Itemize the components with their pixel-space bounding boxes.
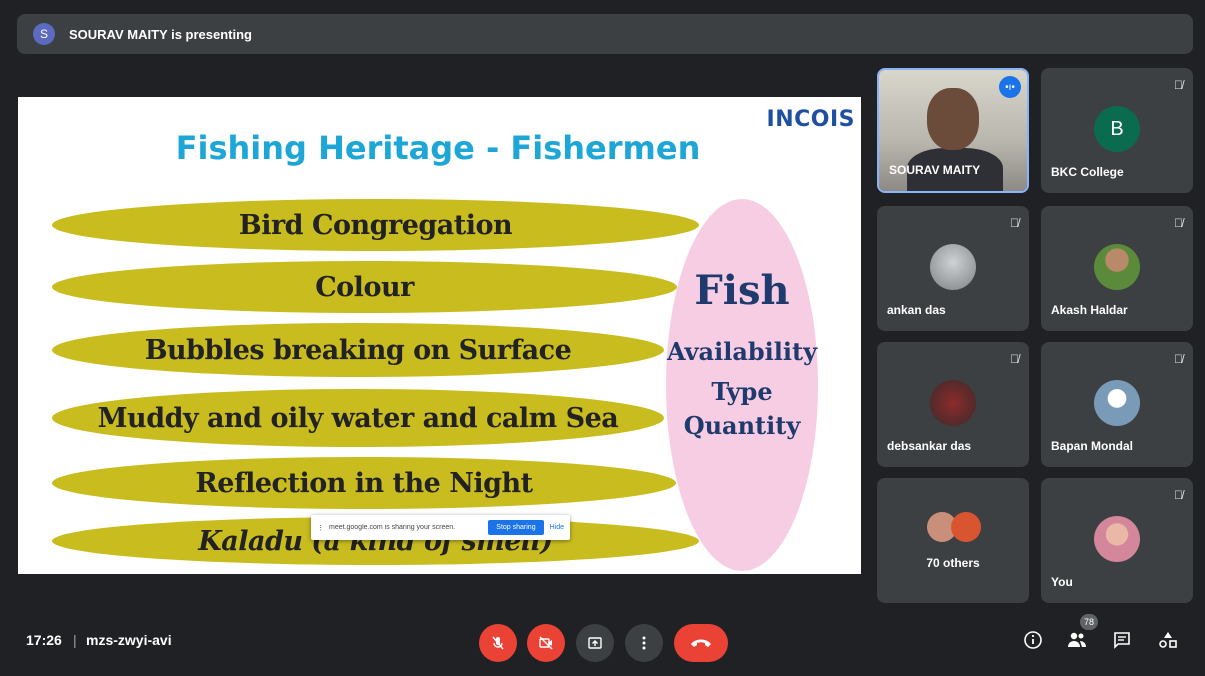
fish-line: Quantity <box>683 411 801 440</box>
ellipse-item: Colour <box>52 261 677 313</box>
separator: | <box>73 632 77 648</box>
participant-tile-you[interactable]: 🎙̸ You <box>1041 478 1193 603</box>
participant-name: BKC College <box>1051 165 1124 179</box>
participant-tile-others[interactable]: 70 others <box>877 478 1029 603</box>
present-icon[interactable] <box>576 624 614 662</box>
others-count: 70 others <box>926 556 980 570</box>
mic-off-icon: 🎙̸ <box>1010 352 1019 366</box>
shared-slide: INCOIS Fishing Heritage - Fishermen Bird… <box>18 97 861 574</box>
mic-off-icon: 🎙̸ <box>1174 352 1183 366</box>
meeting-code: mzs-zwyi-avi <box>86 632 172 648</box>
screen-share-notice: ⋮ meet.google.com is sharing your screen… <box>311 515 570 540</box>
mic-off-icon: 🎙̸ <box>1174 488 1183 502</box>
mic-off-icon: 🎙̸ <box>1174 216 1183 230</box>
participant-name: Akash Haldar <box>1051 303 1128 317</box>
avatar <box>951 512 981 542</box>
avatar <box>1094 244 1140 290</box>
people-icon[interactable] <box>1066 630 1088 655</box>
slide-title: Fishing Heritage - Fishermen <box>175 129 701 167</box>
mic-off-icon: 🎙̸ <box>1010 216 1019 230</box>
participant-face <box>927 88 979 150</box>
activities-icon[interactable] <box>1158 630 1178 655</box>
participant-name: ankan das <box>887 303 946 317</box>
participant-tile-bkc[interactable]: 🎙̸ B BKC College <box>1041 68 1193 193</box>
more-icon[interactable] <box>625 624 663 662</box>
ellipse-item: Bubbles breaking on Surface <box>52 323 664 377</box>
avatar <box>1094 380 1140 426</box>
mic-off-icon: 🎙̸ <box>1174 78 1183 92</box>
end-call-icon[interactable] <box>674 624 728 662</box>
chat-icon[interactable] <box>1112 630 1132 655</box>
participant-name: Bapan Mondal <box>1051 439 1134 453</box>
hide-notice-button[interactable]: Hide <box>550 524 564 531</box>
participant-tile-bapan[interactable]: 🎙̸ Bapan Mondal <box>1041 342 1193 467</box>
drag-handle-icon[interactable]: ⋮ <box>317 524 324 532</box>
ellipse-item: Bird Congregation <box>52 199 699 251</box>
presenting-banner: S SOURAV MAITY is presenting <box>17 14 1193 54</box>
ellipse-item: Reflection in the Night <box>52 457 676 509</box>
call-controls-bar: 17:26 | mzs-zwyi-avi 78 <box>0 610 1205 676</box>
presenting-text: SOURAV MAITY is presenting <box>69 26 252 42</box>
camera-off-icon[interactable] <box>527 624 565 662</box>
info-icon[interactable] <box>1023 630 1043 655</box>
participant-tile-akash[interactable]: 🎙̸ Akash Haldar <box>1041 206 1193 331</box>
ellipse-item: Muddy and oily water and calm Sea <box>52 389 664 447</box>
participant-name: debsankar das <box>887 439 972 453</box>
fish-heading: Fish <box>694 267 790 314</box>
participant-count-badge: 78 <box>1080 614 1098 630</box>
fish-line: Availability <box>666 337 818 366</box>
meeting-time: 17:26 <box>26 632 62 648</box>
avatar <box>930 244 976 290</box>
participant-name: SOURAV MAITY <box>889 163 981 177</box>
stop-sharing-button[interactable]: Stop sharing <box>488 520 544 535</box>
share-notice-text: meet.google.com is sharing your screen. <box>329 524 456 531</box>
presenter-avatar: S <box>33 23 55 45</box>
avatar: B <box>1094 106 1140 152</box>
participant-name: You <box>1051 575 1073 589</box>
mic-off-icon[interactable] <box>479 624 517 662</box>
participant-tile-ankan[interactable]: 🎙̸ ankan das <box>877 206 1029 331</box>
participant-tile-debsankar[interactable]: 🎙̸ debsankar das <box>877 342 1029 467</box>
avatar <box>930 380 976 426</box>
avatar <box>1094 516 1140 562</box>
participant-tile-sourav[interactable]: •ı• SOURAV MAITY <box>877 68 1029 193</box>
speaking-indicator-icon: •ı• <box>999 76 1021 98</box>
fish-line: Type <box>711 377 773 406</box>
